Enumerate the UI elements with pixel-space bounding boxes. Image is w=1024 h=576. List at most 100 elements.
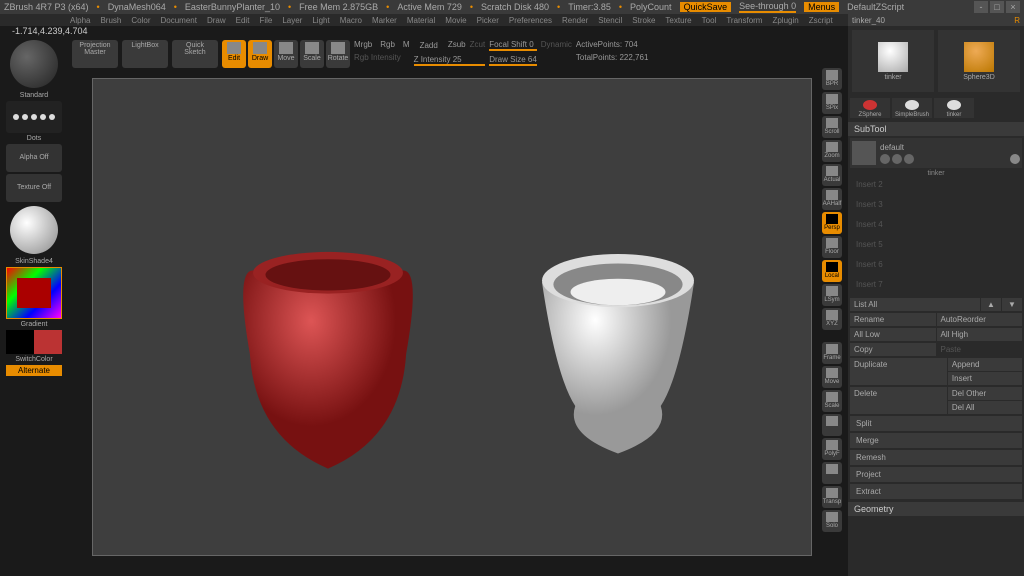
menus-button[interactable]: Menus [804,2,839,12]
menu-light[interactable]: Light [312,16,329,25]
spix-button[interactable]: SPix [822,92,842,114]
bpr-button[interactable]: BPR [822,68,842,90]
rgb-toggle[interactable]: Rgb [380,40,395,49]
menu-alpha[interactable]: Alpha [70,16,90,25]
polyf-button[interactable]: PolyF [822,438,842,460]
zsub-toggle[interactable]: Zsub [448,40,466,51]
texture-selector[interactable]: Texture Off [6,174,62,202]
menu-zplugin[interactable]: Zplugin [772,16,798,25]
append-button[interactable]: Append [948,358,1022,371]
tool-tinker[interactable]: tinker [852,30,934,92]
all-high-button[interactable]: All High [937,328,1023,341]
dynamic-toggle[interactable]: Dynamic [541,40,572,49]
menu-picker[interactable]: Picker [477,16,499,25]
rotate-button[interactable]: Rotate [326,40,350,68]
scale-nav-button[interactable]: Scale [822,390,842,412]
projection-master-button[interactable]: Projection Master [72,40,118,68]
move-nav-button[interactable]: Move [822,366,842,388]
menu-macro[interactable]: Macro [340,16,362,25]
menu-zscript[interactable]: Zscript [809,16,833,25]
menu-render[interactable]: Render [562,16,588,25]
paste-button[interactable]: Paste [937,343,1023,356]
z-intensity-slider[interactable]: Z Intensity 25 [414,55,486,66]
delete-button[interactable]: Delete [850,387,947,414]
autoreorder-button[interactable]: AutoReorder [937,313,1023,326]
draw-size-slider[interactable]: Draw Size 64 [489,55,537,66]
grid-button[interactable] [822,462,842,484]
list-all-button[interactable]: List All [850,298,980,311]
menu-file[interactable]: File [259,16,272,25]
split-button[interactable]: Split [850,416,1022,431]
menu-draw[interactable]: Draw [207,16,226,25]
copy-button[interactable]: Copy [850,343,936,356]
material-preview-icon[interactable] [10,206,58,254]
switchcolor-label[interactable]: SwitchColor [15,356,52,363]
quicksketch-button[interactable]: Quick Sketch [172,40,218,68]
duplicate-button[interactable]: Duplicate [850,358,947,385]
subtool-slot[interactable]: Insert 5 [850,238,1022,256]
xyz-button[interactable]: XYZ [822,308,842,330]
local-button[interactable]: Local [822,260,842,282]
subtool-slot[interactable]: Insert 2 [850,178,1022,196]
menu-marker[interactable]: Marker [372,16,397,25]
menu-layer[interactable]: Layer [282,16,302,25]
arrow-up-icon[interactable]: ▲ [981,298,1001,311]
close-button[interactable]: × [1006,1,1020,13]
viewport-canvas[interactable] [92,78,812,556]
subtool-slot[interactable]: Insert 7 [850,278,1022,296]
subtool-slot[interactable]: Insert 3 [850,198,1022,216]
menu-edit[interactable]: Edit [236,16,250,25]
header-r-icon[interactable]: R [1014,16,1020,25]
tool-simplebrush[interactable]: SimpleBrush [892,98,932,118]
move-button[interactable]: Move [274,40,298,68]
minimize-button[interactable]: - [974,1,988,13]
project-button[interactable]: Project [850,467,1022,482]
draw-button[interactable]: Draw [248,40,272,68]
floor-button[interactable]: Floor [822,236,842,258]
zadd-toggle[interactable]: Zadd [414,40,444,51]
menu-stroke[interactable]: Stroke [632,16,655,25]
subtool-slot[interactable]: Insert 6 [850,258,1022,276]
focal-shift-slider[interactable]: Focal Shift 0 [489,40,537,51]
insert-button[interactable]: Insert [948,372,1022,385]
m-toggle[interactable]: M [403,40,410,49]
brush-preview-icon[interactable] [10,40,58,88]
persp-button[interactable]: Persp [822,212,842,234]
menu-tool[interactable]: Tool [702,16,717,25]
actual-button[interactable]: Actual [822,164,842,186]
lsym-button[interactable]: LSym [822,284,842,306]
edit-button[interactable]: Edit [222,40,246,68]
maximize-button[interactable]: □ [990,1,1004,13]
zcut-toggle[interactable]: Zcut [470,40,486,51]
tool-tinker-thumb[interactable]: tinker [934,98,974,118]
stroke-dots-icon[interactable] [6,101,62,133]
merge-button[interactable]: Merge [850,433,1022,448]
menu-document[interactable]: Document [161,16,197,25]
menu-movie[interactable]: Movie [445,16,466,25]
arrow-down-icon[interactable]: ▼ [1002,298,1022,311]
frame-button[interactable]: Frame [822,342,842,364]
del-other-button[interactable]: Del Other [948,387,1022,400]
rgb-intensity-slider[interactable]: Rgb Intensity [354,53,410,62]
scale-button[interactable]: Scale [300,40,324,68]
geometry-header[interactable]: Geometry [848,502,1024,516]
tool-sphere3d[interactable]: Sphere3D [938,30,1020,92]
menu-brush[interactable]: Brush [100,16,121,25]
extract-button[interactable]: Extract [850,484,1022,499]
alpha-selector[interactable]: Alpha Off [6,144,62,172]
subtool-header[interactable]: SubTool [848,122,1024,136]
menu-stencil[interactable]: Stencil [598,16,622,25]
menu-color[interactable]: Color [131,16,150,25]
subtool-slot[interactable]: Insert 4 [850,218,1022,236]
seethrough-slider[interactable]: See-through 0 [739,1,796,13]
zoom-button[interactable]: Zoom [822,140,842,162]
rotate-nav-button[interactable] [822,414,842,436]
menu-material[interactable]: Material [407,16,435,25]
alternate-button[interactable]: Alternate [6,365,62,376]
menu-texture[interactable]: Texture [665,16,691,25]
tool-zsphere[interactable]: ZSphere [850,98,890,118]
all-low-button[interactable]: All Low [850,328,936,341]
solo-button[interactable]: Solo [822,510,842,532]
menu-preferences[interactable]: Preferences [509,16,552,25]
lightbox-button[interactable]: LightBox [122,40,168,68]
